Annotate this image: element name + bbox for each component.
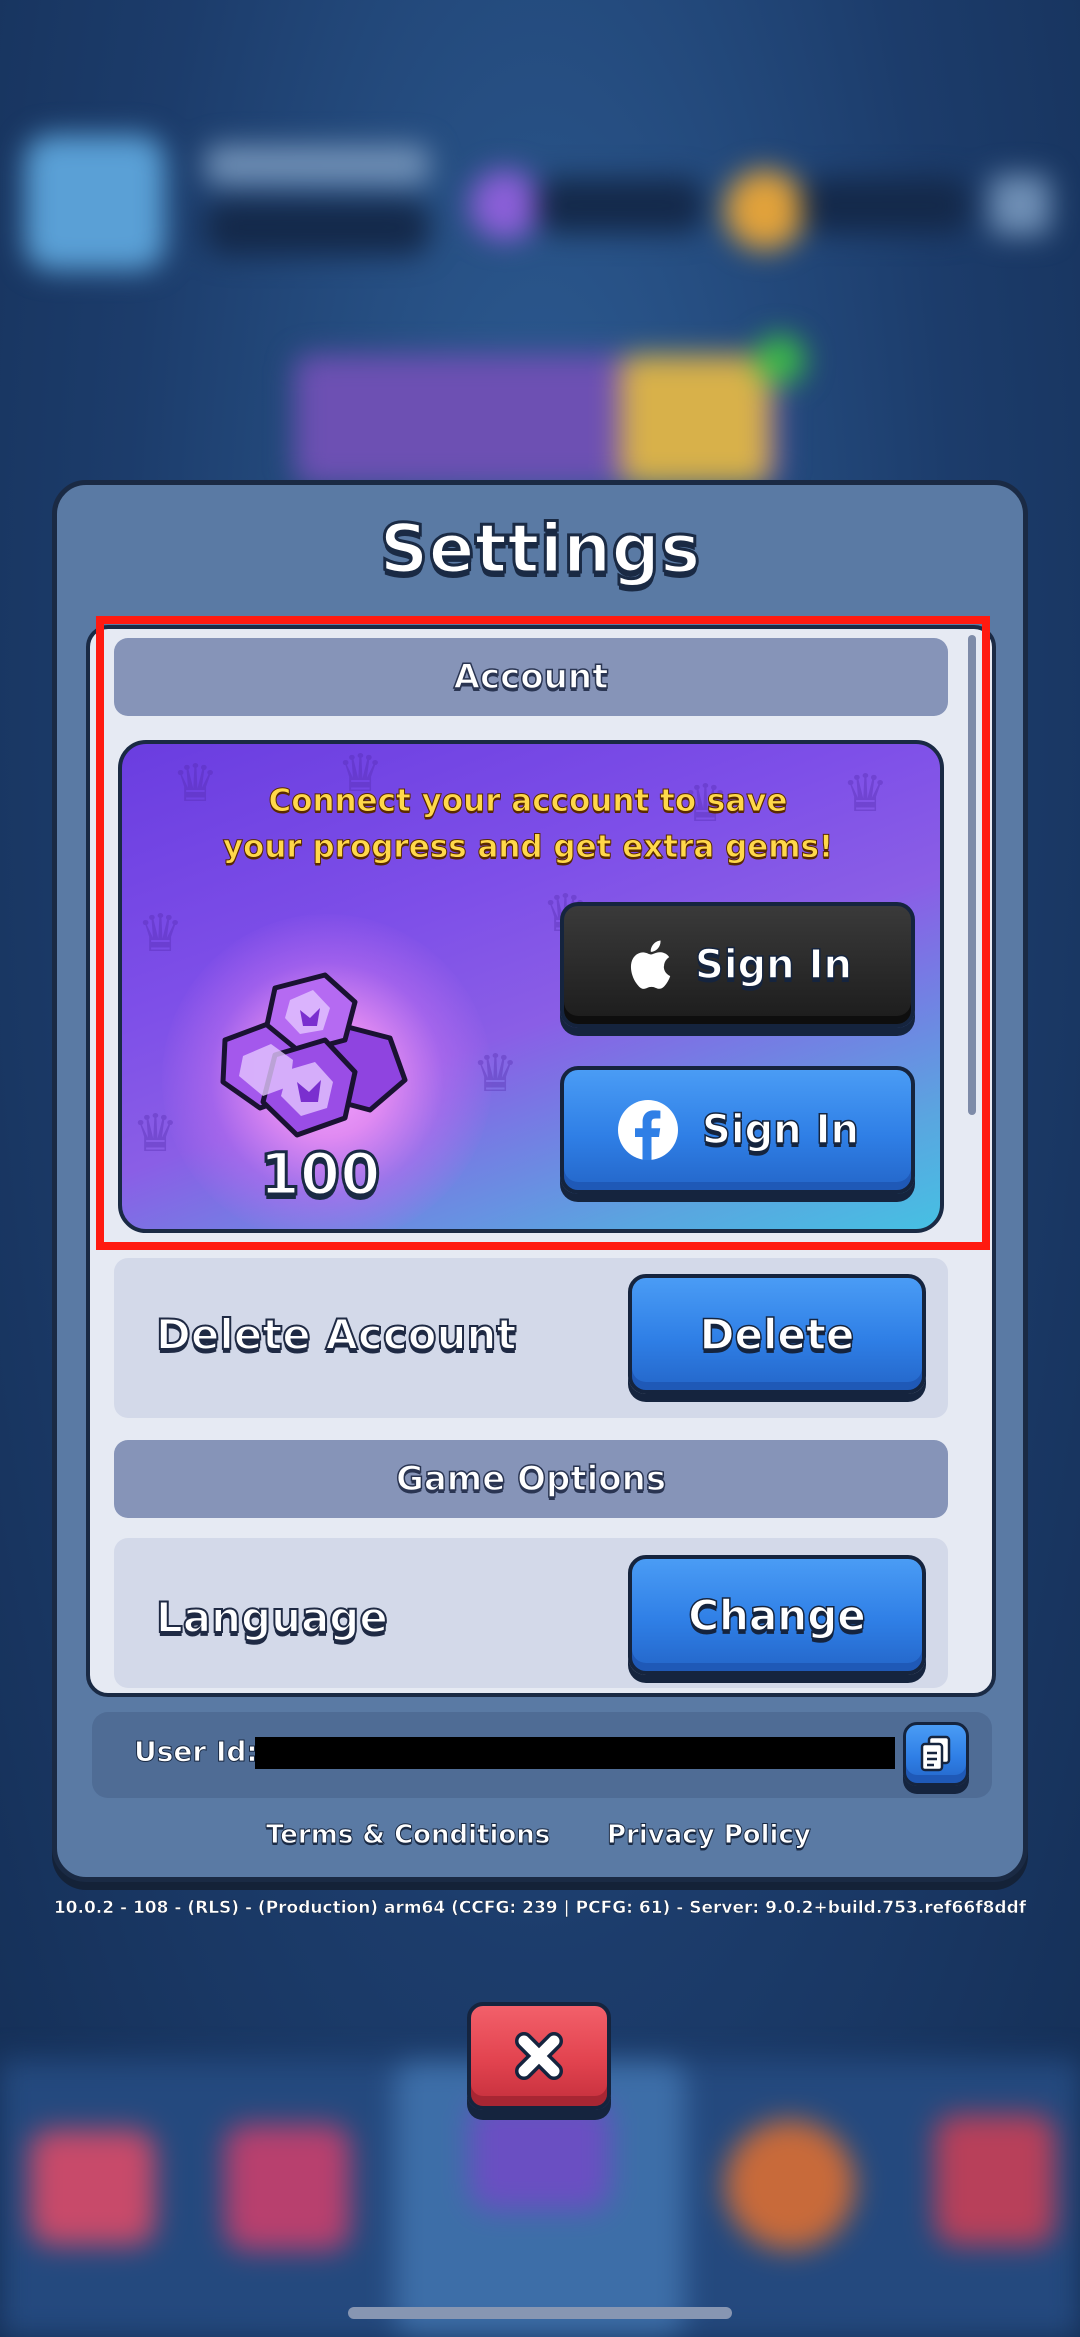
game-options-section-header: Game Options: [114, 1440, 948, 1518]
bg-level-bar: [205, 200, 430, 255]
bg-gem-bar: [535, 178, 705, 233]
bg-nav-icon-4: [725, 2120, 855, 2250]
delete-account-label: Delete Account: [155, 1309, 517, 1360]
language-label: Language: [155, 1592, 389, 1643]
bg-coin-bar: [800, 178, 970, 233]
user-id-redacted: [255, 1737, 895, 1769]
bg-plus-icon: [755, 335, 805, 385]
version-info: 10.0.2 - 108 - (RLS) - (Production) arm6…: [53, 1898, 1027, 1919]
bg-gem-icon: [470, 170, 540, 240]
highlight-box: [96, 616, 990, 1250]
close-icon: [515, 2032, 563, 2080]
copy-icon: [920, 1735, 951, 1772]
privacy-link[interactable]: Privacy Policy: [607, 1820, 812, 1851]
user-id-label: User Id:: [134, 1735, 259, 1769]
settings-title: Settings: [378, 509, 702, 591]
delete-button-label: Delete: [699, 1309, 855, 1360]
bg-banner-art: [620, 355, 770, 485]
close-button[interactable]: [467, 2002, 611, 2110]
bg-nav-icon-1: [30, 2130, 155, 2245]
terms-link[interactable]: Terms & Conditions: [265, 1820, 550, 1851]
bg-nav-icon-2: [225, 2125, 350, 2250]
bg-coin-icon: [725, 170, 805, 250]
change-button-label: Change: [687, 1590, 866, 1641]
change-language-button[interactable]: Change: [628, 1555, 926, 1675]
delete-account-button[interactable]: Delete: [628, 1274, 926, 1394]
copy-user-id-button[interactable]: [903, 1722, 969, 1786]
bg-menu-icon: [990, 175, 1050, 235]
bg-player-name: [205, 145, 430, 185]
bg-nav-icon-3: [470, 2100, 610, 2210]
home-indicator[interactable]: [348, 2307, 732, 2319]
bg-nav-icon-5: [935, 2115, 1055, 2245]
bg-avatar: [25, 135, 165, 270]
